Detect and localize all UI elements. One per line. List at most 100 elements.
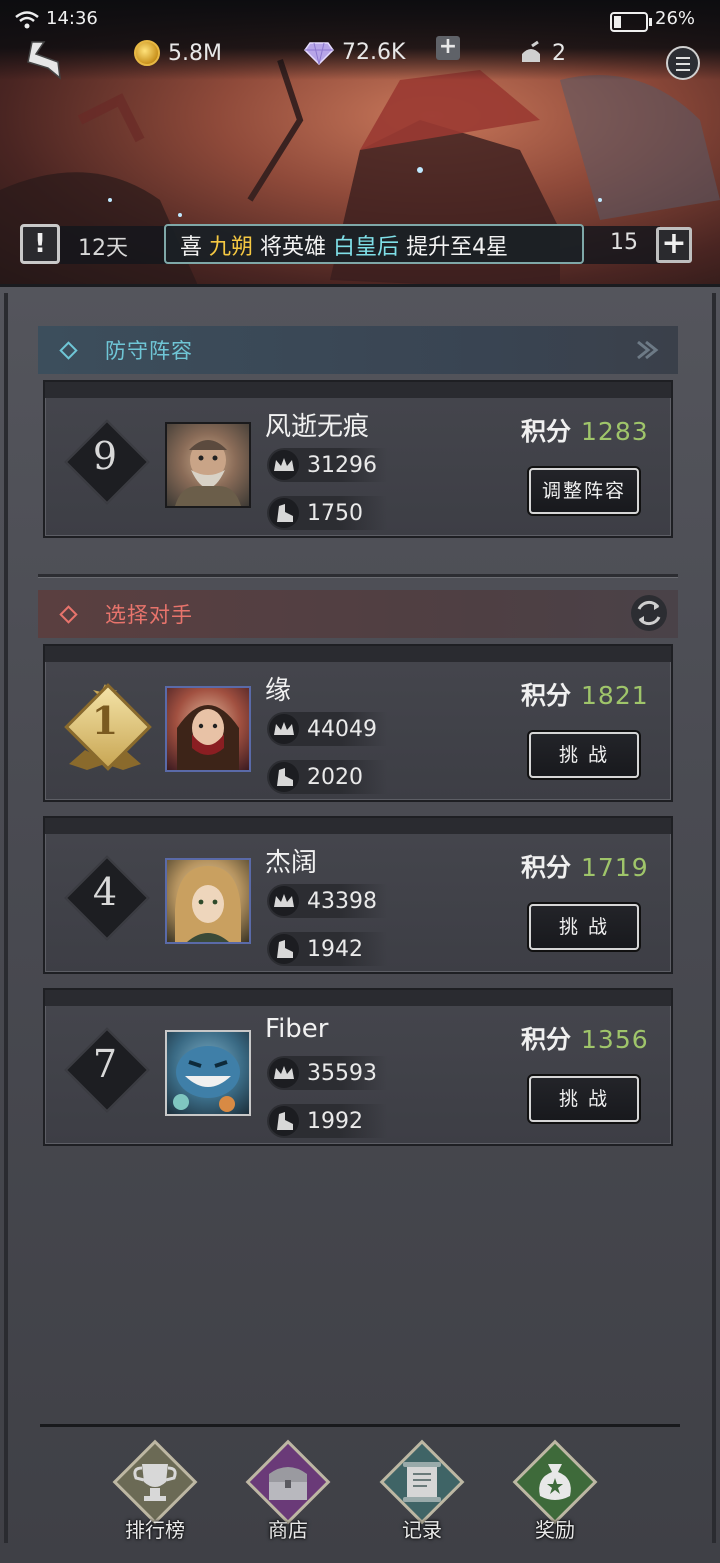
gem-amount: 72.6K bbox=[342, 40, 406, 65]
back-arrow-icon[interactable] bbox=[18, 38, 68, 84]
announcement-banner: ! 12天 喜 九朔 将英雄 白皇后 提升至4星 15 + bbox=[16, 222, 704, 268]
avatar[interactable] bbox=[165, 858, 251, 944]
menu-icon[interactable] bbox=[666, 46, 700, 80]
crown-stat: 31296 bbox=[267, 448, 387, 482]
power-value: 1942 bbox=[307, 936, 363, 962]
add-gems-button[interactable]: + bbox=[436, 36, 460, 60]
banner-count: 15 bbox=[610, 230, 638, 255]
banner-mid: 将英雄 bbox=[260, 235, 327, 260]
power-stat: 1942 bbox=[267, 932, 387, 966]
avatar[interactable] bbox=[165, 422, 251, 508]
opponent-card: 1 缘 44049 2020 积分 1821 挑 战 bbox=[43, 644, 673, 802]
power-stat: 2020 bbox=[267, 760, 387, 794]
adjust-lineup-button[interactable]: 调整阵容 bbox=[529, 468, 639, 514]
score-label: 积分 bbox=[521, 417, 572, 446]
nav-label: 商店 bbox=[268, 1518, 308, 1542]
nav-label: 记录 bbox=[402, 1518, 442, 1542]
blue-monster-portrait bbox=[173, 1046, 240, 1112]
banner-hero: 白皇后 bbox=[333, 235, 400, 260]
money-bag-icon bbox=[539, 1464, 571, 1500]
banner-suffix: 提升至4星 bbox=[406, 235, 509, 260]
rank-number: 1 bbox=[91, 698, 119, 743]
challenge-button[interactable]: 挑 战 bbox=[529, 904, 639, 950]
score: 积分 1821 bbox=[521, 676, 649, 712]
boot-icon bbox=[277, 504, 293, 522]
ticket-counter: 2 bbox=[518, 40, 566, 66]
score-label: 积分 bbox=[521, 681, 572, 710]
gem-counter: 72.6K bbox=[304, 40, 405, 65]
nav-divider bbox=[40, 1424, 680, 1427]
player-name: Fiber bbox=[265, 1014, 329, 1044]
defense-card: 9 风逝无痕 31296 1750 积分 1283 调整阵容 bbox=[43, 380, 673, 538]
challenge-button[interactable]: 挑 战 bbox=[529, 732, 639, 778]
scroll-icon bbox=[403, 1462, 441, 1502]
chest-icon bbox=[269, 1467, 307, 1500]
score-value: 1719 bbox=[581, 853, 649, 882]
opponent-card: 7 Fiber 35593 1992 积分 1356 挑 战 bbox=[43, 988, 673, 1146]
wifi-icon bbox=[15, 11, 39, 29]
crown-stat: 35593 bbox=[267, 1056, 387, 1090]
player-name: 缘 bbox=[265, 676, 292, 706]
dwarf-portrait bbox=[175, 440, 241, 506]
gold-coin-icon bbox=[134, 40, 160, 66]
nav-shop[interactable]: 商店 bbox=[243, 1439, 333, 1546]
banner-days: 12天 bbox=[78, 236, 128, 261]
add-attempts-button[interactable]: + bbox=[656, 227, 692, 263]
banner-prefix: 喜 bbox=[180, 235, 203, 260]
trophy-icon bbox=[133, 1464, 177, 1501]
gold-counter: 5.8M bbox=[134, 40, 222, 66]
boot-icon bbox=[277, 768, 293, 786]
crown-stat: 44049 bbox=[267, 712, 387, 746]
score-label: 积分 bbox=[521, 1025, 572, 1054]
diamond-bullet-icon bbox=[59, 604, 78, 624]
battery-icon bbox=[610, 12, 652, 32]
nav-rewards[interactable]: 奖励 bbox=[510, 1439, 600, 1546]
power-stat: 1992 bbox=[267, 1104, 387, 1138]
defense-section-header: 防守阵容 bbox=[38, 326, 678, 374]
rank-number: 7 bbox=[92, 1042, 118, 1086]
crown-value: 35593 bbox=[307, 1060, 377, 1086]
crown-icon bbox=[274, 894, 294, 907]
score-value: 1356 bbox=[581, 1025, 649, 1054]
exclamation-icon[interactable]: ! bbox=[20, 224, 60, 264]
score: 积分 1719 bbox=[521, 848, 649, 884]
boot-icon bbox=[277, 1112, 293, 1130]
opponent-card: 4 杰阔 43398 1942 积分 1719 挑 战 bbox=[43, 816, 673, 974]
banner-player: 九朔 bbox=[209, 235, 254, 260]
crown-value: 43398 bbox=[307, 888, 377, 914]
crown-icon bbox=[274, 722, 294, 735]
refresh-icon[interactable] bbox=[630, 594, 668, 632]
section-divider bbox=[38, 574, 678, 578]
crown-stat: 43398 bbox=[267, 884, 387, 918]
double-arrow-icon bbox=[637, 340, 659, 360]
nav-records[interactable]: 记录 bbox=[377, 1439, 467, 1546]
opponent-section-header: 选择对手 bbox=[38, 590, 678, 638]
avatar[interactable] bbox=[165, 686, 251, 772]
helmet-ticket-icon bbox=[522, 40, 540, 62]
opponent-title: 选择对手 bbox=[105, 603, 193, 627]
rank-number: 4 bbox=[92, 870, 118, 914]
avatar[interactable] bbox=[165, 1030, 251, 1116]
power-value: 2020 bbox=[307, 764, 363, 790]
gold-amount: 5.8M bbox=[168, 40, 222, 66]
challenge-button[interactable]: 挑 战 bbox=[529, 1076, 639, 1122]
nav-label: 排行榜 bbox=[125, 1518, 185, 1542]
nav-leaderboard[interactable]: 排行榜 bbox=[110, 1439, 200, 1546]
nav-label: 奖励 bbox=[535, 1518, 575, 1542]
crown-value: 44049 bbox=[307, 716, 377, 742]
banner-message: 喜 九朔 将英雄 白皇后 提升至4星 bbox=[180, 229, 508, 261]
defense-title: 防守阵容 bbox=[105, 339, 193, 363]
boot-icon bbox=[277, 940, 293, 958]
power-stat: 1750 bbox=[267, 496, 387, 530]
crown-icon bbox=[274, 458, 294, 471]
blonde-girl-portrait bbox=[175, 866, 241, 942]
ticket-amount: 2 bbox=[552, 40, 566, 66]
player-name: 风逝无痕 bbox=[265, 412, 370, 442]
player-name: 杰阔 bbox=[265, 848, 318, 878]
crown-value: 31296 bbox=[307, 452, 377, 478]
power-value: 1992 bbox=[307, 1108, 363, 1134]
score: 积分 1283 bbox=[521, 412, 649, 448]
crown-icon bbox=[274, 1066, 294, 1079]
diamond-bullet-icon bbox=[59, 340, 78, 360]
score-label: 积分 bbox=[521, 853, 572, 882]
